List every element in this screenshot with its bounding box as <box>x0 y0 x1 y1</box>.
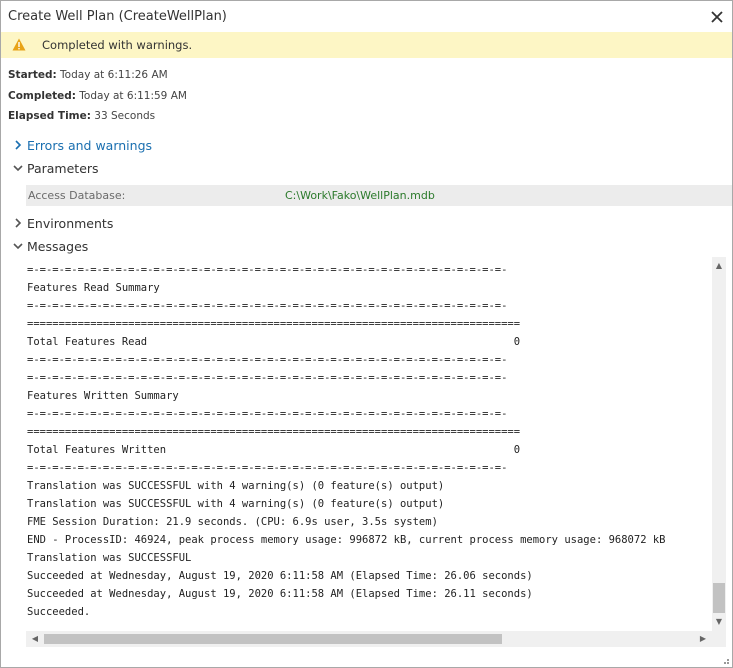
started-value: Today at 6:11:26 AM <box>60 69 168 81</box>
completed-label: Completed: <box>8 90 76 102</box>
section-label: Parameters <box>27 160 99 176</box>
log-line: =-=-=-=-=-=-=-=-=-=-=-=-=-=-=-=-=-=-=-=-… <box>27 408 508 420</box>
log-line: FME Session Duration: 21.9 seconds. (CPU… <box>27 516 438 528</box>
section-label: Errors and warnings <box>27 137 153 153</box>
chevron-down-icon <box>13 165 23 172</box>
log-line: Total Features Read 0 <box>27 336 521 348</box>
log-line: Features Written Summary <box>27 390 179 402</box>
log-line: Translation was SUCCESSFUL with 4 warnin… <box>27 480 445 492</box>
warning-icon <box>12 38 26 51</box>
chevron-down-icon <box>13 243 23 250</box>
resize-grip-icon[interactable] <box>720 655 730 665</box>
log-line: =-=-=-=-=-=-=-=-=-=-=-=-=-=-=-=-=-=-=-=-… <box>27 462 508 474</box>
chevron-right-icon <box>15 218 22 228</box>
section-environments[interactable]: Environments <box>12 214 113 232</box>
section-messages[interactable]: Messages <box>12 237 88 255</box>
log-line: Translation was SUCCESSFUL with 4 warnin… <box>27 498 445 510</box>
started-label: Started: <box>8 69 57 81</box>
section-parameters[interactable]: Parameters <box>12 159 99 177</box>
parameter-value[interactable]: C:\Work\Fako\WellPlan.mdb <box>285 189 435 202</box>
section-label: Environments <box>27 215 114 231</box>
scroll-right-arrow-icon[interactable]: ▶ <box>696 631 710 647</box>
section-errors-and-warnings[interactable]: Errors and warnings <box>12 136 152 154</box>
log-line: Translation was SUCCESSFUL <box>27 552 192 564</box>
log-line: ========================================… <box>27 318 521 330</box>
chevron-right-icon <box>15 140 22 150</box>
log-line: =-=-=-=-=-=-=-=-=-=-=-=-=-=-=-=-=-=-=-=-… <box>27 264 508 276</box>
log-line: Succeeded at Wednesday, August 19, 2020 … <box>27 570 533 582</box>
title-bar: Create Well Plan (CreateWellPlan) <box>1 1 732 33</box>
log-line: Succeeded. <box>27 606 91 618</box>
scroll-left-arrow-icon[interactable]: ◀ <box>28 631 42 647</box>
elapsed-info: Elapsed Time: 33 Seconds <box>8 110 155 122</box>
completed-value: Today at 6:11:59 AM <box>79 90 187 102</box>
parameter-row-access-database: Access Database: C:\Work\Fako\WellPlan.m… <box>26 185 732 206</box>
section-label: Messages <box>27 238 89 254</box>
vertical-scroll-thumb[interactable] <box>713 583 725 613</box>
completed-info: Completed: Today at 6:11:59 AM <box>8 90 187 102</box>
close-icon <box>711 11 723 23</box>
log-line: =-=-=-=-=-=-=-=-=-=-=-=-=-=-=-=-=-=-=-=-… <box>27 354 508 366</box>
horizontal-scroll-thumb[interactable] <box>44 634 502 644</box>
geoprocessing-details-window: Create Well Plan (CreateWellPlan) Comple… <box>0 0 733 668</box>
status-banner: Completed with warnings. <box>1 32 732 58</box>
status-message: Completed with warnings. <box>42 38 193 52</box>
scrollbar-corner <box>712 631 726 647</box>
messages-log[interactable]: =-=-=-=-=-=-=-=-=-=-=-=-=-=-=-=-=-=-=-=-… <box>26 257 712 631</box>
log-line: Succeeded at Wednesday, August 19, 2020 … <box>27 588 533 600</box>
close-button[interactable] <box>708 8 726 26</box>
horizontal-scrollbar[interactable]: ◀ ▶ <box>26 631 712 647</box>
log-line: Features Read Summary <box>27 282 160 294</box>
parameter-name: Access Database: <box>28 189 126 202</box>
scroll-down-arrow-icon[interactable]: ▼ <box>712 615 726 629</box>
log-line: Total Features Written 0 <box>27 444 521 456</box>
scroll-up-arrow-icon[interactable]: ▲ <box>712 259 726 273</box>
log-line: END - ProcessID: 46924, peak process mem… <box>27 534 666 546</box>
log-line: =-=-=-=-=-=-=-=-=-=-=-=-=-=-=-=-=-=-=-=-… <box>27 372 508 384</box>
started-info: Started: Today at 6:11:26 AM <box>8 69 168 81</box>
elapsed-label: Elapsed Time: <box>8 110 91 122</box>
window-title: Create Well Plan (CreateWellPlan) <box>8 9 227 24</box>
vertical-scrollbar[interactable]: ▲ ▼ <box>712 257 726 631</box>
elapsed-value: 33 Seconds <box>94 110 156 122</box>
log-line: =-=-=-=-=-=-=-=-=-=-=-=-=-=-=-=-=-=-=-=-… <box>27 300 508 312</box>
log-line: ========================================… <box>27 426 521 438</box>
